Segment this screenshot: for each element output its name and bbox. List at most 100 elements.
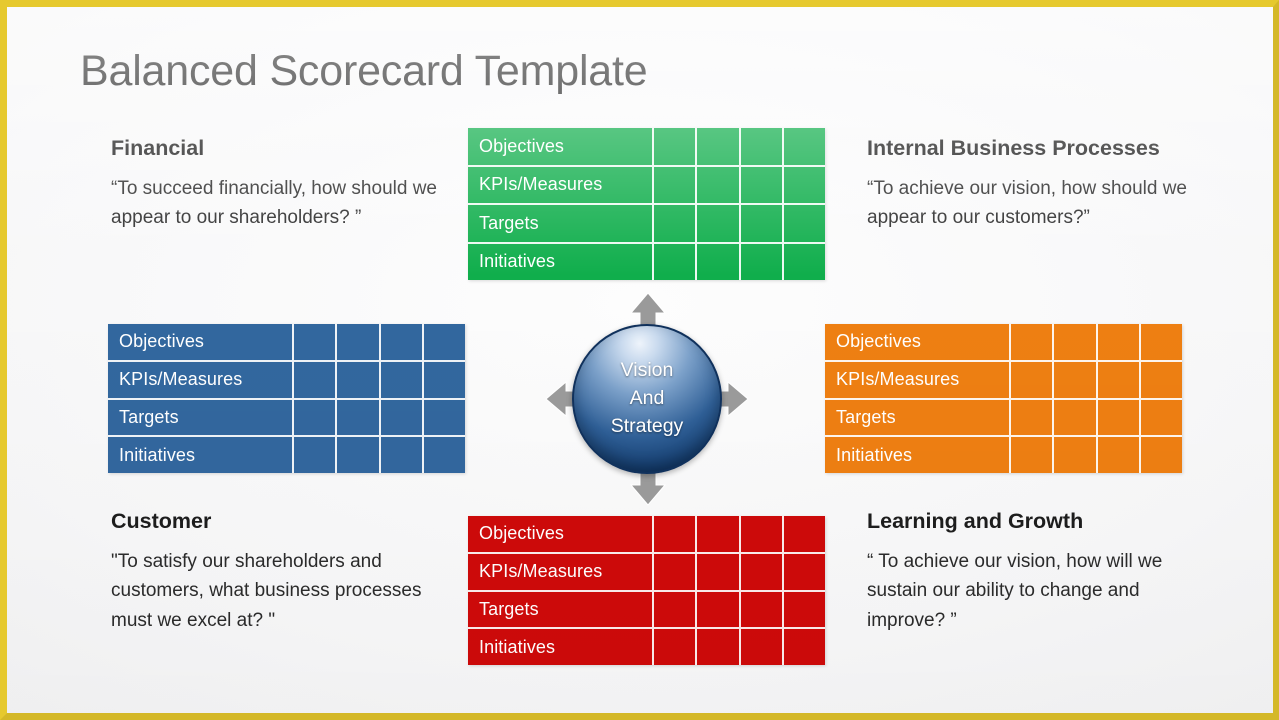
scorecard-row-label: Targets (479, 598, 539, 619)
scorecard-empty-cell[interactable] (1052, 361, 1095, 398)
scorecard-empty-cell[interactable] (652, 516, 695, 552)
scorecard-row: Objectives (468, 128, 825, 165)
scorecard-row: KPIs/Measures (108, 359, 465, 398)
scorecard-empty-cell[interactable] (378, 324, 422, 360)
scorecard-empty-cell[interactable] (1095, 361, 1139, 398)
scorecard-empty-cell[interactable] (652, 128, 695, 165)
scorecard-row: Targets (468, 589, 825, 628)
scorecard-empty-cell[interactable] (781, 553, 825, 590)
scorecard-empty-cell[interactable] (695, 516, 738, 552)
scorecard-row-label: Initiatives (119, 444, 196, 465)
scorecard-empty-cell[interactable] (1138, 361, 1182, 398)
scorecard-empty-cell[interactable] (1009, 324, 1052, 360)
scorecard-empty-cell[interactable] (781, 166, 825, 203)
scorecard-empty-cell[interactable] (335, 324, 378, 360)
scorecard-empty-cell[interactable] (695, 629, 738, 665)
scorecard-empty-cell[interactable] (292, 361, 335, 398)
scorecard-empty-cell[interactable] (738, 629, 782, 665)
scorecard-row-label: Targets (836, 406, 896, 427)
scorecard-table-customer[interactable]: Objectives KPIs/Measures Targets Initiative… (108, 324, 465, 473)
scorecard-row-label: Objectives (836, 331, 922, 352)
scorecard-empty-cell[interactable] (652, 591, 695, 628)
scorecard-table-financial[interactable]: Objectives KPIs/Measures Targets Initiative… (468, 128, 825, 280)
scorecard-row: KPIs/Measures (825, 359, 1182, 398)
scorecard-empty-cell[interactable] (738, 128, 782, 165)
scorecard-empty-cell[interactable] (781, 629, 825, 665)
scorecard-empty-cell[interactable] (1138, 399, 1182, 436)
scorecard-row: KPIs/Measures (468, 551, 825, 590)
scorecard-empty-cell[interactable] (738, 243, 782, 280)
scorecard-row: Initiatives (825, 435, 1182, 473)
scorecard-empty-cell[interactable] (421, 361, 465, 398)
scorecard-empty-cell[interactable] (695, 205, 738, 242)
scorecard-empty-cell[interactable] (781, 243, 825, 280)
scorecard-row: Initiatives (108, 435, 465, 473)
scorecard-empty-cell[interactable] (738, 205, 782, 242)
scorecard-empty-cell[interactable] (695, 166, 738, 203)
scorecard-table-internal-business-processes[interactable]: Objectives KPIs/Measures Targets Initiative… (825, 324, 1182, 473)
scorecard-empty-cell[interactable] (335, 437, 378, 473)
vision-and-strategy-hub: Vision And Strategy (544, 291, 750, 507)
scorecard-empty-cell[interactable] (421, 324, 465, 360)
scorecard-empty-cell[interactable] (1009, 399, 1052, 436)
scorecard-empty-cell[interactable] (738, 516, 782, 552)
quadrant-customer-heading: Customer (111, 509, 212, 533)
scorecard-empty-cell[interactable] (781, 205, 825, 242)
quadrant-learning-quote: “ To achieve our vision, how will we sus… (867, 550, 1163, 631)
scorecard-empty-cell[interactable] (1138, 437, 1182, 473)
scorecard-empty-cell[interactable] (421, 399, 465, 436)
scorecard-empty-cell[interactable] (1095, 324, 1139, 360)
scorecard-row: Objectives (825, 324, 1182, 360)
scorecard-row-label: KPIs/Measures (119, 369, 243, 390)
vision-and-strategy-label: Vision And Strategy (610, 359, 684, 437)
scorecard-empty-cell[interactable] (695, 128, 738, 165)
scorecard-empty-cell[interactable] (1095, 399, 1139, 436)
scorecard-empty-cell[interactable] (335, 399, 378, 436)
scorecard-empty-cell[interactable] (1009, 437, 1052, 473)
scorecard-empty-cell[interactable] (378, 361, 422, 398)
scorecard-empty-cell[interactable] (292, 437, 335, 473)
scorecard-empty-cell[interactable] (335, 361, 378, 398)
quadrant-internal-heading: Internal Business Processes (867, 136, 1160, 160)
scorecard-row: Targets (468, 203, 825, 242)
scorecard-empty-cell[interactable] (738, 553, 782, 590)
scorecard-row-label: KPIs/Measures (479, 561, 603, 582)
scorecard-table-learning-and-growth[interactable]: Objectives KPIs/Measures Targets Initiative… (468, 516, 825, 665)
scorecard-empty-cell[interactable] (652, 166, 695, 203)
slide-canvas: Balanced Scorecard Template Financial “T… (0, 0, 1279, 720)
scorecard-empty-cell[interactable] (652, 629, 695, 665)
scorecard-empty-cell[interactable] (652, 205, 695, 242)
quadrant-learning-and-growth: Learning and Growth “ To achieve our vis… (867, 505, 1187, 635)
scorecard-empty-cell[interactable] (781, 128, 825, 165)
scorecard-empty-cell[interactable] (1009, 361, 1052, 398)
scorecard-empty-cell[interactable] (292, 324, 335, 360)
scorecard-empty-cell[interactable] (781, 591, 825, 628)
scorecard-empty-cell[interactable] (738, 591, 782, 628)
scorecard-empty-cell[interactable] (652, 243, 695, 280)
scorecard-row: KPIs/Measures (468, 164, 825, 203)
scorecard-empty-cell[interactable] (695, 591, 738, 628)
quadrant-internal-quote: “To achieve our vision, how should we ap… (867, 177, 1188, 229)
quadrant-financial-quote: “To succeed financially, how should we a… (111, 177, 437, 229)
scorecard-row-label: Initiatives (479, 636, 556, 657)
scorecard-empty-cell[interactable] (695, 553, 738, 590)
scorecard-empty-cell[interactable] (781, 516, 825, 552)
scorecard-empty-cell[interactable] (652, 553, 695, 590)
scorecard-empty-cell[interactable] (1052, 324, 1095, 360)
vision-and-strategy-circle[interactable]: Vision And Strategy (572, 324, 722, 474)
scorecard-empty-cell[interactable] (378, 399, 422, 436)
scorecard-empty-cell[interactable] (421, 437, 465, 473)
scorecard-row: Initiatives (468, 241, 825, 280)
quadrant-learning-heading: Learning and Growth (867, 509, 1084, 533)
page-title: Balanced Scorecard Template (80, 47, 648, 95)
scorecard-empty-cell[interactable] (695, 243, 738, 280)
scorecard-empty-cell[interactable] (292, 399, 335, 436)
scorecard-empty-cell[interactable] (738, 166, 782, 203)
scorecard-row-label: KPIs/Measures (836, 369, 960, 390)
scorecard-empty-cell[interactable] (1138, 324, 1182, 360)
scorecard-empty-cell[interactable] (1052, 437, 1095, 473)
scorecard-row-label: Targets (119, 406, 179, 427)
scorecard-empty-cell[interactable] (378, 437, 422, 473)
scorecard-empty-cell[interactable] (1052, 399, 1095, 436)
scorecard-empty-cell[interactable] (1095, 437, 1139, 473)
